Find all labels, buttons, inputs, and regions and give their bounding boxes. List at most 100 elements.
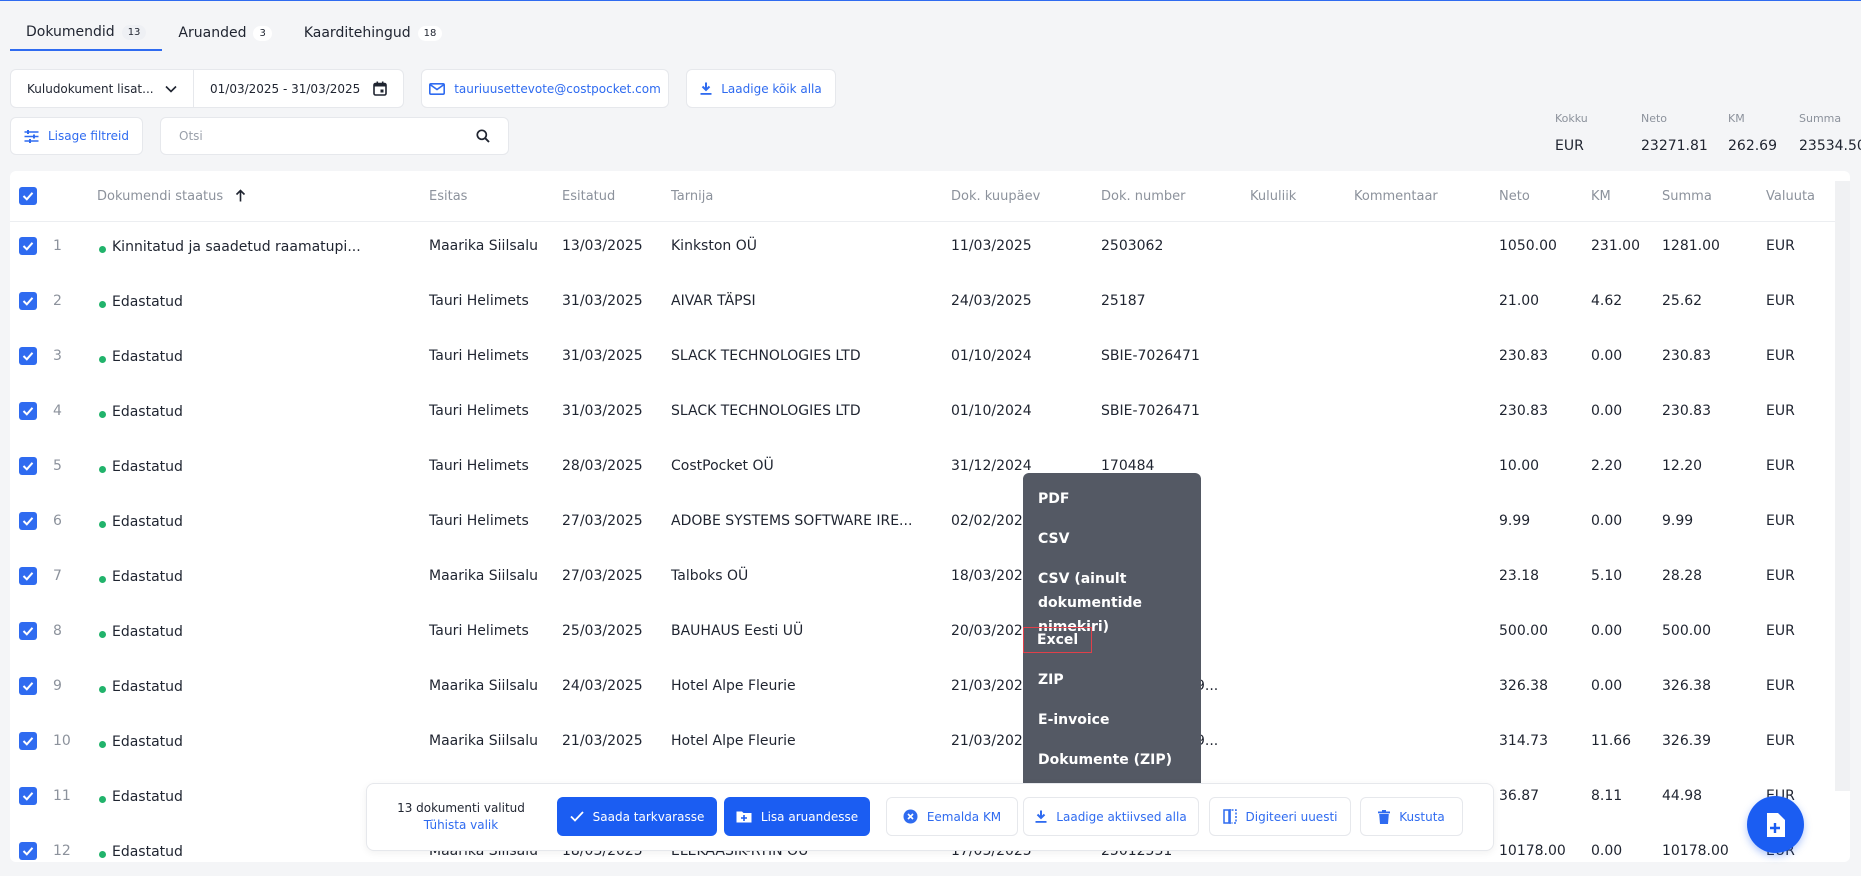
cell-submitted: 13/03/2025 bbox=[562, 238, 643, 254]
search-input[interactable] bbox=[179, 129, 459, 143]
row-checkbox[interactable] bbox=[19, 622, 37, 640]
export-menu-item-excel[interactable]: Excel bbox=[1022, 627, 1093, 653]
cell-status: Edastatud bbox=[112, 569, 183, 585]
add-filters-button[interactable]: Lisage filtreid bbox=[10, 117, 143, 155]
cell-net: 10178.00 bbox=[1499, 843, 1566, 859]
column-header-doc-date[interactable]: Dok. kuupäev bbox=[951, 189, 1040, 204]
table-row[interactable]: 1 Kinnitatud ja saadetud raamatupi... Maar… bbox=[10, 222, 1850, 277]
cell-sum: 28.28 bbox=[1662, 568, 1703, 584]
cell-doc-date: 01/10/2024 bbox=[951, 403, 1032, 419]
clear-selection-link[interactable]: Tühista valik bbox=[367, 817, 555, 834]
table-row[interactable]: 9 Edastatud Maarika Siilsalu 24/03/2025 Hote… bbox=[10, 662, 1850, 717]
table-row[interactable]: 4 Edastatud Tauri Helimets 31/03/2025 SLACK … bbox=[10, 387, 1850, 442]
cell-net: 9.99 bbox=[1499, 513, 1531, 529]
table-row[interactable]: 2 Edastatud Tauri Helimets 31/03/2025 AIVAR … bbox=[10, 277, 1850, 332]
date-range-picker[interactable]: 01/03/2025 - 31/03/2025 bbox=[194, 70, 403, 107]
export-menu-item-zip[interactable]: ZIP bbox=[1038, 668, 1064, 692]
cell-currency: EUR bbox=[1766, 458, 1795, 474]
table-scrollbar[interactable] bbox=[1835, 181, 1850, 791]
column-header-doc-number[interactable]: Dok. number bbox=[1101, 189, 1186, 204]
table-row[interactable]: 3 Edastatud Tauri Helimets 31/03/2025 SLACK … bbox=[10, 332, 1850, 387]
row-checkbox[interactable] bbox=[19, 842, 37, 860]
remove-vat-button[interactable]: Eemalda KM bbox=[886, 797, 1018, 836]
cell-sum: 326.38 bbox=[1662, 678, 1711, 694]
document-type-select[interactable]: Kuludokument lisat... bbox=[11, 70, 194, 107]
table-row[interactable]: 5 Edastatud Tauri Helimets 28/03/2025 CostPo… bbox=[10, 442, 1850, 497]
cell-status: Edastatud bbox=[112, 459, 183, 475]
cell-submitter: Maarika Siilsalu bbox=[429, 568, 538, 584]
download-active-button[interactable]: Laadige aktiivsed alla bbox=[1023, 797, 1199, 836]
add-to-report-button[interactable]: Lisa aruandesse bbox=[724, 797, 870, 836]
row-checkbox[interactable] bbox=[19, 292, 37, 310]
redigitize-label: Digiteeri uuesti bbox=[1245, 809, 1338, 824]
send-to-software-button[interactable]: Saada tarkvarasse bbox=[557, 797, 717, 836]
cell-sum: 25.62 bbox=[1662, 293, 1703, 309]
cell-vat: 4.62 bbox=[1591, 293, 1623, 309]
column-header-expense-type[interactable]: Kululiik bbox=[1250, 189, 1296, 204]
mail-icon bbox=[429, 82, 446, 95]
cell-doc-date: 11/03/2025 bbox=[951, 238, 1032, 254]
tab-documents[interactable]: Dokumendid 13 bbox=[10, 15, 163, 51]
row-checkbox[interactable] bbox=[19, 347, 37, 365]
cell-vat: 11.66 bbox=[1591, 733, 1632, 749]
cell-submitted: 27/03/2025 bbox=[562, 568, 643, 584]
redigitize-button[interactable]: Digiteeri uuesti bbox=[1209, 797, 1351, 836]
select-all-checkbox[interactable] bbox=[19, 187, 37, 205]
row-checkbox[interactable] bbox=[19, 457, 37, 475]
column-header-submitted[interactable]: Esitatud bbox=[562, 189, 615, 204]
download-all-button[interactable]: Laadige kõik alla bbox=[686, 69, 836, 108]
row-number: 8 bbox=[53, 623, 62, 639]
column-header-sum[interactable]: Summa bbox=[1662, 189, 1712, 204]
column-header-comment[interactable]: Kommentaar bbox=[1354, 189, 1438, 204]
search-icon[interactable] bbox=[476, 129, 490, 143]
cell-currency: EUR bbox=[1766, 403, 1795, 419]
selection-info: 13 dokumenti valitud Tühista valik bbox=[367, 800, 555, 834]
row-number: 2 bbox=[53, 293, 62, 309]
cell-vat: 0.00 bbox=[1591, 843, 1623, 859]
cell-supplier: BAUHAUS Eesti UÜ bbox=[671, 623, 804, 639]
export-menu-item-documents-zip[interactable]: Dokumente (ZIP) bbox=[1038, 748, 1172, 772]
table-row[interactable]: 7 Edastatud Maarika Siilsalu 27/03/2025 Talb… bbox=[10, 552, 1850, 607]
total-value: 23271.81 bbox=[1641, 138, 1708, 154]
cell-submitted: 21/03/2025 bbox=[562, 733, 643, 749]
column-header-net[interactable]: Neto bbox=[1499, 189, 1530, 204]
delete-button[interactable]: Kustuta bbox=[1360, 797, 1463, 836]
row-checkbox[interactable] bbox=[19, 677, 37, 695]
export-menu-item-einvoice[interactable]: E-invoice bbox=[1038, 708, 1109, 732]
tab-reports[interactable]: Aruanded 3 bbox=[162, 15, 287, 51]
cell-sum: 230.83 bbox=[1662, 348, 1711, 364]
export-menu-item-csv[interactable]: CSV bbox=[1038, 527, 1069, 551]
cell-doc-number: 2503062 bbox=[1101, 238, 1164, 254]
column-header-vat[interactable]: KM bbox=[1591, 189, 1611, 204]
cell-submitted: 28/03/2025 bbox=[562, 458, 643, 474]
column-header-submitter[interactable]: Esitas bbox=[429, 189, 467, 204]
cell-net: 230.83 bbox=[1499, 348, 1548, 364]
email-address-button[interactable]: tauriuusettevote@costpocket.com bbox=[421, 69, 669, 108]
cell-vat: 231.00 bbox=[1591, 238, 1640, 254]
status-dot bbox=[99, 741, 106, 748]
row-checkbox[interactable] bbox=[19, 237, 37, 255]
new-document-button[interactable] bbox=[1747, 796, 1804, 853]
cell-status: Edastatud bbox=[112, 734, 183, 750]
cell-supplier: ADOBE SYSTEMS SOFTWARE IRE... bbox=[671, 513, 913, 529]
row-checkbox[interactable] bbox=[19, 402, 37, 420]
table-row[interactable]: 10 Edastatud Maarika Siilsalu 21/03/2025 Hot… bbox=[10, 717, 1850, 772]
column-header-currency[interactable]: Valuuta bbox=[1766, 189, 1815, 204]
column-header-status[interactable]: Dokumendi staatus bbox=[97, 189, 246, 204]
cell-status: Edastatud bbox=[112, 349, 183, 365]
tab-card-transactions[interactable]: Kaarditehingud 18 bbox=[288, 15, 459, 51]
cell-net: 10.00 bbox=[1499, 458, 1540, 474]
row-checkbox[interactable] bbox=[19, 787, 37, 805]
cell-net: 36.87 bbox=[1499, 788, 1540, 804]
cell-vat: 2.20 bbox=[1591, 458, 1623, 474]
column-header-supplier[interactable]: Tarnija bbox=[671, 189, 713, 204]
row-checkbox[interactable] bbox=[19, 732, 37, 750]
export-menu-item-pdf[interactable]: PDF bbox=[1038, 487, 1069, 511]
table-row[interactable]: 8 Edastatud Tauri Helimets 25/03/2025 BAUHAU… bbox=[10, 607, 1850, 662]
cell-currency: EUR bbox=[1766, 678, 1795, 694]
table-row[interactable]: 6 Edastatud Tauri Helimets 27/03/2025 ADOBE … bbox=[10, 497, 1850, 552]
add-filters-label: Lisage filtreid bbox=[47, 129, 130, 143]
row-checkbox[interactable] bbox=[19, 567, 37, 585]
row-checkbox[interactable] bbox=[19, 512, 37, 530]
download-icon bbox=[700, 82, 712, 95]
